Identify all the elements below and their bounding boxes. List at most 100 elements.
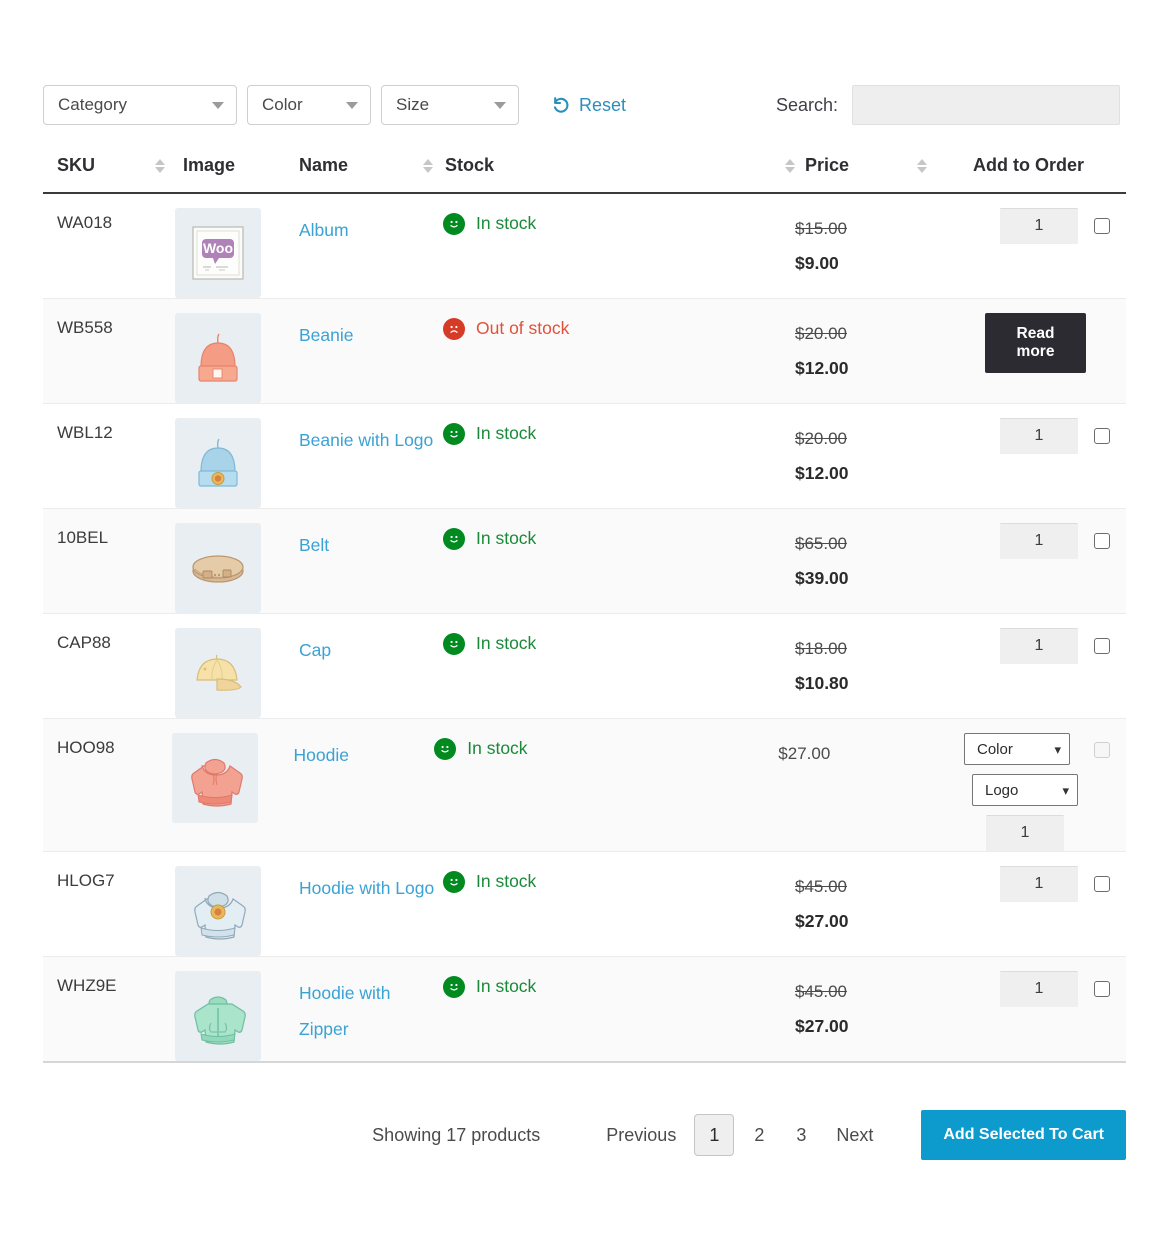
price-sale: $27.00 (795, 1016, 849, 1036)
pagination-next[interactable]: Next (822, 1115, 887, 1155)
cell-add-to-order (985, 957, 1126, 1061)
cap-thumbnail[interactable] (175, 628, 261, 718)
frowny-face-icon (443, 318, 465, 340)
cell-add-to-order (985, 614, 1126, 718)
stock-status-label: In stock (476, 633, 537, 653)
reset-button[interactable]: Reset (545, 94, 632, 117)
quantity-input[interactable] (1000, 418, 1078, 454)
filter-dropdown-color[interactable]: Color (247, 85, 371, 125)
stock-status-label: In stock (467, 738, 528, 758)
cell-price: $20.00 $12.00 (795, 404, 985, 508)
table-row: WBL12 Beanie with Logo In stock $20.00 $… (43, 404, 1126, 509)
pagination-page-3[interactable]: 3 (780, 1115, 822, 1155)
filter-label-color: Color (262, 95, 303, 114)
price-sale: $12.00 (795, 463, 849, 483)
filter-label-size: Size (396, 95, 430, 114)
sort-arrows-icon (422, 158, 433, 173)
sort-toggle-stock[interactable] (773, 158, 805, 173)
cell-image (175, 404, 299, 508)
column-header-stock[interactable]: Stock (443, 155, 773, 176)
quantity-input[interactable] (1000, 971, 1078, 1007)
cell-image: Woo (175, 194, 299, 298)
product-table-page: Category Color Size Reset Search: SKU Im… (0, 0, 1161, 1236)
price-original: $15.00 (795, 219, 847, 238)
price-original: $65.00 (795, 534, 847, 553)
hoodie-thumbnail[interactable] (172, 733, 259, 823)
product-link[interactable]: Cap (299, 632, 331, 668)
sort-arrows-icon (154, 158, 165, 173)
select-checkbox[interactable] (1094, 981, 1110, 997)
select-checkbox[interactable] (1094, 638, 1110, 654)
price-original: $45.00 (795, 982, 847, 1001)
add-selected-to-cart-button[interactable]: Add Selected To Cart (921, 1110, 1126, 1160)
read-more-button[interactable]: Read more (985, 313, 1086, 373)
hoodie-with-zipper-thumbnail[interactable] (175, 971, 261, 1061)
cell-add-to-order: Color ▾ Logo ▾ (963, 719, 1126, 851)
search-input[interactable] (852, 85, 1121, 125)
product-link[interactable]: Hoodie with Zipper (299, 975, 443, 1047)
sort-toggle-price[interactable] (905, 158, 937, 173)
select-checkbox[interactable] (1094, 218, 1110, 234)
cell-stock: In stock (443, 957, 795, 1061)
variation-select-logo[interactable]: Logo ▾ (971, 774, 1078, 806)
column-header-sku[interactable]: SKU (43, 155, 143, 176)
product-link[interactable]: Hoodie (294, 737, 349, 773)
album-thumbnail[interactable]: Woo (175, 208, 261, 298)
cell-name: Hoodie (294, 719, 435, 851)
quantity-input[interactable] (1000, 628, 1078, 664)
cell-image (175, 852, 299, 956)
price-original: $18.00 (795, 639, 847, 658)
belt-thumbnail[interactable] (175, 523, 261, 613)
product-table: SKU Image Name Stock Price Add to Order … (43, 139, 1126, 1063)
sort-arrows-icon (916, 158, 927, 173)
table-footer: Showing 17 products Previous 1 2 3 Next … (43, 1104, 1126, 1166)
cell-add-to-order (985, 404, 1126, 508)
product-link[interactable]: Belt (299, 527, 329, 563)
quantity-input[interactable] (985, 815, 1064, 851)
sort-toggle-sku[interactable] (143, 158, 175, 173)
beanie-thumbnail[interactable] (175, 313, 261, 403)
select-checkbox[interactable] (1094, 533, 1110, 549)
cell-name: Hoodie with Logo (299, 852, 443, 956)
filter-dropdown-category[interactable]: Category (43, 85, 237, 125)
pagination-page-2[interactable]: 2 (738, 1115, 780, 1155)
column-header-name[interactable]: Name (299, 155, 411, 176)
quantity-input[interactable] (1000, 523, 1078, 559)
table-row: HOO98 Hoodie In stock $27.00 Color ▾ Log… (43, 719, 1126, 852)
product-link[interactable]: Album (299, 212, 349, 248)
product-link[interactable]: Hoodie with Logo (299, 870, 434, 906)
cell-price: $65.00 $39.00 (795, 509, 985, 613)
smiley-face-icon (443, 423, 465, 445)
select-checkbox[interactable] (1093, 742, 1110, 758)
price-original: $45.00 (795, 877, 847, 896)
chevron-down-icon (494, 101, 506, 109)
cell-stock: In stock (443, 852, 795, 956)
variation-select-color[interactable]: Color ▾ (963, 733, 1070, 765)
reset-label: Reset (579, 94, 627, 115)
select-checkbox[interactable] (1094, 428, 1110, 444)
product-link[interactable]: Beanie with Logo (299, 422, 433, 458)
stock-status-label: In stock (476, 871, 537, 891)
product-link[interactable]: Beanie (299, 317, 354, 353)
filter-dropdown-size[interactable]: Size (381, 85, 519, 125)
sort-toggle-name[interactable] (411, 158, 443, 173)
beanie-with-logo-thumbnail[interactable] (175, 418, 261, 508)
hoodie-with-logo-thumbnail[interactable] (175, 866, 261, 956)
cell-sku: CAP88 (57, 633, 111, 652)
column-header-price[interactable]: Price (805, 155, 905, 176)
table-row: 10BEL Belt In stock $65.00 $39.00 1 (43, 509, 1126, 614)
smiley-face-icon (434, 738, 457, 760)
quantity-input[interactable] (1000, 866, 1078, 902)
price-original: $20.00 (795, 429, 847, 448)
price-value: $27.00 (778, 744, 831, 763)
pagination-previous[interactable]: Previous (592, 1115, 690, 1155)
cell-add-to-order: Read more (985, 299, 1126, 403)
price-original: $20.00 (795, 324, 847, 343)
cell-sku: WB558 (57, 318, 113, 337)
variation-label-logo: Logo (984, 781, 1019, 799)
pagination-page-1[interactable]: 1 (694, 1114, 735, 1156)
cell-sku: HOO98 (57, 738, 115, 757)
cell-name: Hoodie with Zipper (299, 957, 443, 1061)
quantity-input[interactable] (1000, 208, 1078, 244)
select-checkbox[interactable] (1094, 876, 1110, 892)
